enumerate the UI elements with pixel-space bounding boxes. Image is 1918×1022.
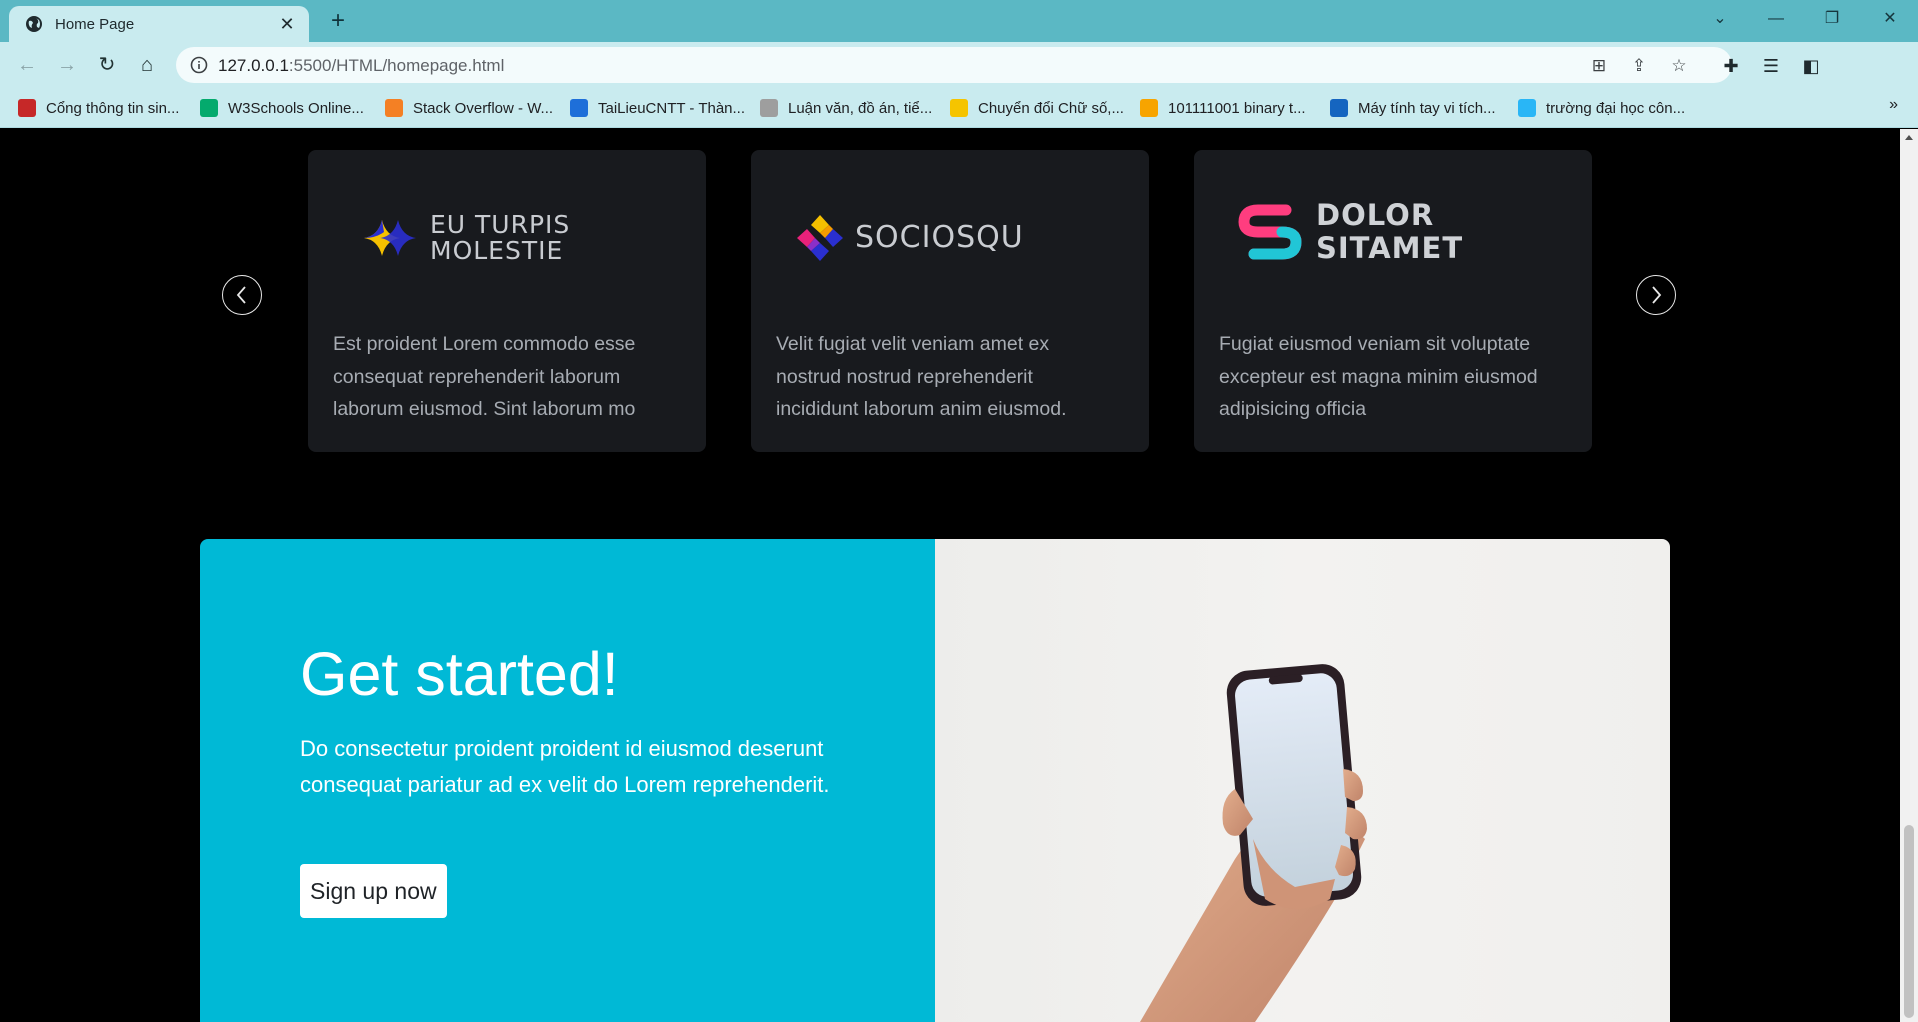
partner-card: DOLOR SITAMET Fugiat eiusmod veniam sit v… [1194, 150, 1592, 452]
bookmark-label: 101111001 binary t... [1168, 99, 1306, 117]
home-icon[interactable]: ⌂ [132, 50, 162, 80]
university-icon [1518, 99, 1536, 117]
bookmark-item[interactable]: Chuyển đổi Chữ số,... [950, 98, 1124, 118]
bookmark-item[interactable]: Stack Overflow - W... [385, 98, 553, 118]
close-tab-icon[interactable]: ✕ [277, 14, 297, 35]
partner-card: EU TURPIS MOLESTIE Est proident Lorem com… [308, 150, 706, 452]
logo-text: SOCIOSQU [855, 220, 1024, 255]
reload-icon[interactable]: ↻ [92, 50, 122, 80]
side-panel-icon[interactable]: ◧ [1798, 53, 1824, 79]
url-path: :5500/HTML/homepage.html [288, 56, 505, 75]
logo-text: EU TURPIS MOLESTIE [430, 212, 570, 264]
bookmark-item[interactable]: Luận văn, đồ án, tiể... [760, 98, 932, 118]
bookmark-item[interactable]: W3Schools Online... [200, 98, 364, 118]
page-scrollbar[interactable] [1900, 129, 1918, 1022]
new-tab-icon[interactable]: + [325, 8, 351, 34]
share-icon[interactable]: ⇪ [1628, 55, 1650, 77]
partner-logo: SOCIOSQU [793, 208, 1024, 268]
document-icon [760, 99, 778, 117]
bookmark-label: Stack Overflow - W... [413, 99, 554, 117]
w3schools-icon [200, 99, 218, 117]
page-viewport: EU TURPIS MOLESTIE Est proident Lorem com… [0, 129, 1900, 1022]
hand-holding-phone-image [1140, 664, 1367, 1022]
restore-icon[interactable]: ❐ [1808, 0, 1856, 40]
bookmark-item[interactable]: trường đại học côn... [1518, 98, 1685, 118]
calculator-icon [1330, 99, 1348, 117]
url-host: 127.0.0.1 [218, 56, 289, 75]
logo-line-2: SITAMET [1316, 231, 1464, 265]
eu-turpis-logo-icon [364, 220, 416, 256]
logo-line-1: EU TURPIS [430, 210, 571, 239]
chevron-left-icon [236, 286, 246, 304]
bookmark-label: TaiLieuCNTT - Thàn... [598, 99, 746, 117]
chevron-right-icon [1652, 286, 1662, 304]
vnu-icon [18, 99, 36, 117]
cta-title: Get started! [300, 640, 619, 708]
extensions-icon[interactable]: ✚ [1718, 53, 1744, 79]
media-controls-icon[interactable]: ☰ [1758, 53, 1784, 79]
address-bar[interactable]: 127.0.0.1:5500/HTML/homepage.html ⊞ ⇪ ☆ [176, 47, 1732, 83]
carousel-prev-button[interactable] [222, 275, 262, 315]
logo-line-1: DOLOR [1316, 198, 1435, 232]
r-icon [1140, 99, 1158, 117]
stackoverflow-icon [385, 99, 403, 117]
browser-toolbar: ← → ↻ ⌂ 127.0.0.1:5500/HTML/homepage.htm… [0, 42, 1918, 121]
bookmarks-more-icon[interactable]: » [1889, 96, 1898, 114]
window-close-icon[interactable]: ✕ [1866, 0, 1914, 40]
bookmark-label: Cổng thông tin sin... [46, 99, 180, 117]
carousel-next-button[interactable] [1636, 275, 1676, 315]
bookmark-item[interactable]: TaiLieuCNTT - Thàn... [570, 98, 745, 118]
cta-text-panel: Get started! Do consectetur proident pro… [200, 539, 935, 1022]
sociosqu-logo-icon [797, 215, 843, 261]
url-text: 127.0.0.1:5500/HTML/homepage.html [218, 56, 504, 76]
logo-line-2: MOLESTIE [430, 236, 564, 265]
bookmark-label: trường đại học côn... [1546, 99, 1686, 117]
partner-logo: EU TURPIS MOLESTIE [358, 208, 570, 268]
tab-strip: Home Page ✕ + ⌄ — ❐ ✕ [0, 0, 1918, 42]
back-icon[interactable]: ← [12, 50, 42, 80]
scroll-up-arrow-icon[interactable] [1905, 135, 1913, 140]
card-description: Velit fugiat velit veniam amet ex nostru… [776, 333, 1067, 420]
bookmark-label: Luận văn, đồ án, tiể... [788, 99, 933, 117]
active-tab[interactable]: Home Page ✕ [9, 6, 309, 42]
forward-icon[interactable]: → [52, 50, 82, 80]
converter-icon [950, 99, 968, 117]
cta-image [935, 539, 1670, 1022]
globe-icon [26, 16, 42, 32]
bookmark-label: Máy tính tay vi tích... [1358, 99, 1496, 117]
bookmark-label: Chuyển đổi Chữ số,... [978, 99, 1124, 117]
get-started-section: Get started! Do consectetur proident pro… [200, 539, 1670, 1022]
tab-title: Home Page [55, 15, 135, 33]
minimize-icon[interactable]: — [1752, 0, 1800, 40]
tab-search-icon[interactable]: ⌄ [1696, 0, 1744, 40]
card-description: Fugiat eiusmod veniam sit voluptate exce… [1219, 333, 1538, 420]
bookmark-item[interactable]: 101111001 binary t... [1140, 98, 1306, 118]
bookmark-star-icon[interactable]: ☆ [1668, 55, 1690, 77]
partner-logo: DOLOR SITAMET [1236, 199, 1463, 265]
bookmark-item[interactable]: Máy tính tay vi tích... [1330, 98, 1496, 118]
translate-icon[interactable]: ⊞ [1588, 55, 1610, 77]
partner-card: SOCIOSQU Velit fugiat velit veniam amet … [751, 150, 1149, 452]
cta-description: Do consectetur proident proident id eius… [300, 736, 830, 797]
tailieucntt-icon [570, 99, 588, 117]
bookmark-label: W3Schools Online... [228, 99, 364, 117]
sign-up-button[interactable]: Sign up now [300, 864, 447, 918]
site-info-icon[interactable] [190, 56, 208, 74]
scrollbar-thumb[interactable] [1904, 825, 1914, 1018]
dolor-sitamet-logo-icon [1238, 204, 1302, 260]
bookmarks-bar: Cổng thông tin sin... W3Schools Online...… [0, 88, 1918, 128]
card-description: Est proident Lorem commodo esse consequa… [333, 333, 636, 420]
logo-text: DOLOR SITAMET [1316, 199, 1463, 265]
bookmark-item[interactable]: Cổng thông tin sin... [18, 98, 179, 118]
